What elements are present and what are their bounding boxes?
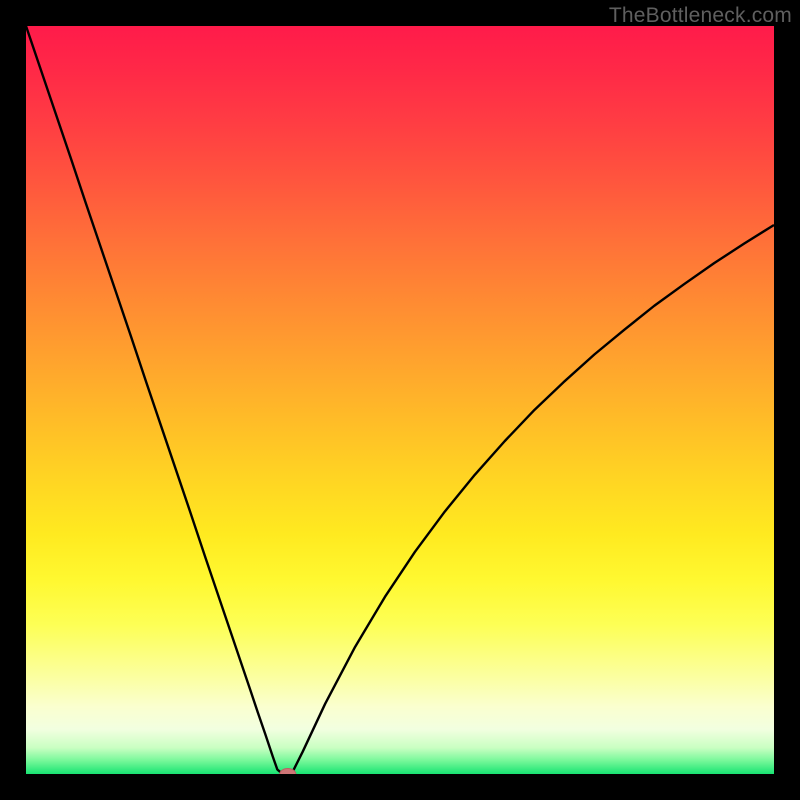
bottleneck-chart <box>26 26 774 774</box>
watermark-text: TheBottleneck.com <box>609 4 792 28</box>
gradient-background <box>26 26 774 774</box>
chart-frame <box>26 26 774 774</box>
